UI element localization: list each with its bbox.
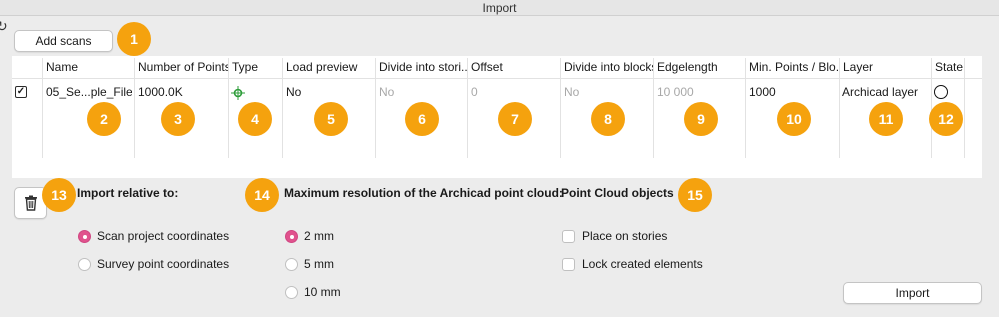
- badge-2: 2: [87, 102, 121, 136]
- radio-scan-project-coordinates[interactable]: [78, 230, 91, 243]
- badge-8: 8: [591, 102, 625, 136]
- max-resolution-title: Maximum resolution of the Archicad point…: [284, 186, 563, 200]
- badge-13: 13: [42, 178, 76, 212]
- badge-3: 3: [161, 102, 195, 136]
- header-load-preview[interactable]: Load preview: [284, 56, 374, 78]
- cell-min-points-per-block[interactable]: 1000: [749, 84, 835, 100]
- trash-icon: [24, 195, 37, 211]
- window-title: Import: [482, 1, 517, 15]
- cell-edgelength: 10 000: [657, 85, 694, 99]
- badge-1: 1: [117, 22, 151, 56]
- header-layer[interactable]: Layer: [841, 56, 931, 78]
- cell-name[interactable]: 05_Se...ple_File: [46, 84, 132, 100]
- label-survey-point-coordinates[interactable]: Survey point coordinates: [97, 257, 229, 271]
- header-offset[interactable]: Offset: [469, 56, 559, 78]
- badge-5: 5: [314, 102, 348, 136]
- badge-9: 9: [684, 102, 718, 136]
- badge-10: 10: [777, 102, 811, 136]
- column-divider: [42, 58, 43, 158]
- point-cloud-type-icon: [230, 85, 250, 101]
- header-divide-into-blocks[interactable]: Divide into blocks: [562, 56, 654, 78]
- radio-survey-point-coordinates[interactable]: [78, 258, 91, 271]
- state-indicator: [934, 85, 948, 99]
- column-divider: [964, 58, 965, 158]
- label-lock-created-elements[interactable]: Lock created elements: [582, 257, 703, 271]
- header-separator: [12, 78, 982, 79]
- column-divider: [134, 58, 135, 158]
- header-type[interactable]: Type: [230, 56, 282, 78]
- column-divider: [745, 58, 746, 158]
- header-name[interactable]: Name: [44, 56, 134, 78]
- header-edgelength[interactable]: Edgelength: [655, 56, 745, 78]
- badge-12: 12: [929, 102, 963, 136]
- badge-14: 14: [245, 178, 279, 212]
- refresh-icon[interactable]: ↻: [0, 18, 8, 35]
- checkbox-lock-created-elements[interactable]: [562, 258, 575, 271]
- label-scan-project-coordinates[interactable]: Scan project coordinates: [97, 229, 229, 243]
- column-divider: [653, 58, 654, 158]
- label-resolution-2mm[interactable]: 2 mm: [304, 229, 334, 243]
- column-divider: [467, 58, 468, 158]
- column-divider: [560, 58, 561, 158]
- cell-divide-into-stories: No: [379, 85, 395, 99]
- header-number-of-points[interactable]: Number of Points: [136, 56, 228, 78]
- add-scans-button[interactable]: Add scans: [14, 30, 113, 52]
- header-min-points-per-block[interactable]: Min. Points / Blo...: [747, 56, 839, 78]
- point-cloud-objects-title: Point Cloud objects: [561, 186, 674, 200]
- cell-divide-into-blocks: No: [564, 85, 580, 99]
- cell-load-preview[interactable]: No: [286, 84, 372, 100]
- header-divide-into-stories[interactable]: Divide into stori...: [377, 56, 467, 78]
- scans-table: Name Number of Points Type Load preview …: [12, 56, 982, 178]
- badge-15: 15: [678, 178, 712, 212]
- header-state[interactable]: State: [933, 56, 973, 78]
- checkbox-place-on-stories[interactable]: [562, 230, 575, 243]
- label-place-on-stories[interactable]: Place on stories: [582, 229, 667, 243]
- import-button[interactable]: Import: [843, 282, 982, 304]
- point-cloud-type-icon-svg: [231, 86, 245, 100]
- column-divider: [375, 58, 376, 158]
- window-titlebar: Import: [0, 0, 999, 16]
- radio-resolution-5mm[interactable]: [285, 258, 298, 271]
- cell-offset: 0: [471, 85, 478, 99]
- badge-6: 6: [405, 102, 439, 136]
- column-divider: [282, 58, 283, 158]
- column-divider: [228, 58, 229, 158]
- label-resolution-10mm[interactable]: 10 mm: [304, 285, 341, 299]
- cell-number-of-points: 1000.0K: [138, 85, 183, 99]
- badge-4: 4: [238, 102, 272, 136]
- column-divider: [839, 58, 840, 158]
- row-select-checkbox[interactable]: ✓: [15, 86, 27, 98]
- radio-resolution-2mm[interactable]: [285, 230, 298, 243]
- cell-layer[interactable]: Archicad layer: [842, 84, 930, 100]
- import-relative-title: Import relative to:: [77, 186, 179, 200]
- badge-7: 7: [498, 102, 532, 136]
- radio-resolution-10mm[interactable]: [285, 286, 298, 299]
- label-resolution-5mm[interactable]: 5 mm: [304, 257, 334, 271]
- badge-11: 11: [869, 102, 903, 136]
